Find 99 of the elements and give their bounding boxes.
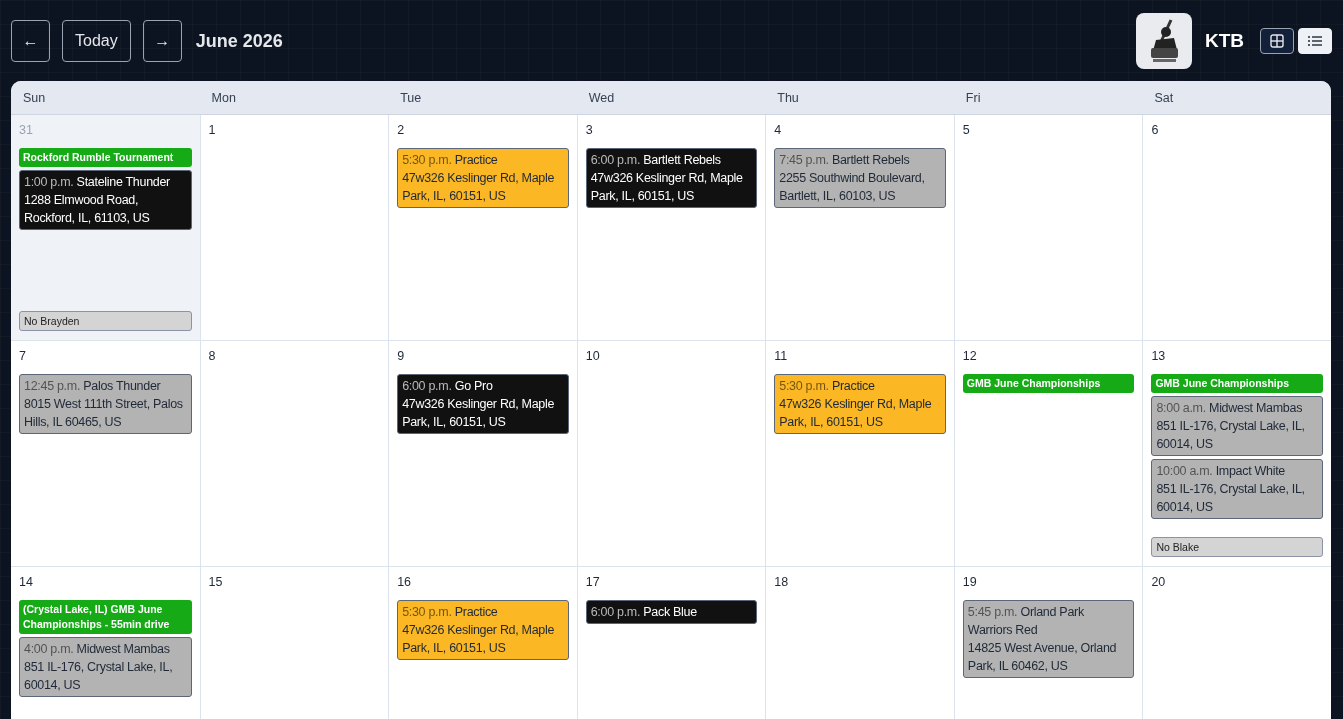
- event-heading: 12:45 p.m. Palos Thunder: [24, 378, 162, 395]
- day-cell[interactable]: 3 6:00 p.m. Bartlett Rebels 47w326 Keslinger Rd, Maple Park, IL, 60151, US: [576, 115, 766, 340]
- weekday-header: Sat: [1153, 89, 1175, 107]
- list-view-button[interactable]: [1298, 28, 1332, 54]
- team-name: KTB: [1204, 30, 1244, 52]
- event-card[interactable]: 5:30 p.m. Practice 47w326 Keslinger Rd, Maple Park, IL, 60151, US: [397, 148, 569, 208]
- month-title: June 2026: [195, 30, 283, 52]
- event-address: 1288 Elmwood Road, Rockford, IL, 61103, US: [24, 192, 151, 227]
- grid-icon: [1270, 34, 1284, 48]
- event-card[interactable]: 6:00 p.m. Go Pro 47w326 Keslinger Rd, Maple Park, IL, 60151, US: [397, 374, 569, 434]
- event-card[interactable]: 5:30 p.m. Practice 47w326 Keslinger Rd, Maple Park, IL, 60151, US: [397, 600, 569, 660]
- day-cell[interactable]: 20: [1142, 567, 1331, 719]
- event-heading: 5:45 p.m. Orland Park Warriors Red: [967, 604, 1085, 639]
- day-cell[interactable]: 14 (Crystal Lake, IL) GMB June Championships - 55min drive 4:00 p.m. Midwest Mambas 851 IL-176, Crystal Lake, IL, 60014, US: [11, 567, 200, 719]
- event-address: 2255 Southwind Boulevard, Bartlett, IL, 60103, US: [779, 170, 926, 205]
- event-heading: 8:00 a.m. Midwest Mambas: [1156, 400, 1304, 417]
- day-number: 5: [962, 123, 970, 137]
- day-cell[interactable]: 7 12:45 p.m. Palos Thunder 8015 West 111th Street, Palos Hills, IL 60465, US: [11, 341, 200, 566]
- day-cell[interactable]: 5: [953, 115, 1143, 340]
- day-cell[interactable]: 17 6:00 p.m. Pack Blue: [576, 567, 766, 719]
- day-cell[interactable]: 1: [199, 115, 389, 340]
- event-card[interactable]: 1:00 p.m. Stateline Thunder 1288 Elmwood Road, Rockford, IL, 61103, US: [19, 170, 192, 230]
- day-cell[interactable]: 9 6:00 p.m. Go Pro 47w326 Keslinger Rd, Maple Park, IL, 60151, US: [388, 341, 577, 566]
- event-address: 47w326 Keslinger Rd, Maple Park, IL, 60151, US: [402, 622, 556, 657]
- weekday-header: Mon: [210, 89, 237, 107]
- event-card[interactable]: 5:30 p.m. Practice 47w326 Keslinger Rd, Maple Park, IL, 60151, US: [774, 374, 946, 434]
- day-number: 11: [774, 349, 788, 363]
- event-heading: 6:00 p.m. Bartlett Rebels: [590, 152, 722, 169]
- event-address: 8015 West 111th Street, Palos Hills, IL 60465, US: [24, 396, 184, 431]
- day-number: 17: [585, 575, 600, 589]
- day-number: 1: [208, 123, 216, 137]
- weekday-header: Sun: [22, 89, 47, 107]
- event-address: 47w326 Keslinger Rd, Maple Park, IL, 60151, US: [590, 170, 744, 205]
- event-card[interactable]: 8:00 a.m. Midwest Mambas 851 IL-176, Crystal Lake, IL, 60014, US: [1151, 396, 1323, 456]
- day-cell[interactable]: 4 7:45 p.m. Bartlett Rebels 2255 Southwind Boulevard, Bartlett, IL, 60103, US: [765, 115, 954, 340]
- event-heading: 5:30 p.m. Practice: [402, 152, 499, 169]
- event-address: 47w326 Keslinger Rd, Maple Park, IL, 60151, US: [779, 396, 933, 431]
- day-cell[interactable]: 18: [765, 567, 954, 719]
- weekday-header: Fri: [964, 89, 982, 107]
- day-number: 8: [208, 349, 216, 363]
- day-cell[interactable]: 13 GMB June Championships 8:00 a.m. Midwest Mambas 851 IL-176, Crystal Lake, IL, 60014, US 10:00 a.m. Impact White 851 IL-176, Crystal Lake, IL, 60014, US No Blake: [1142, 341, 1331, 566]
- day-number: 31: [19, 123, 33, 137]
- event-heading: 1:00 p.m. Stateline Thunder: [24, 174, 171, 191]
- event-address: 47w326 Keslinger Rd, Maple Park, IL, 60151, US: [402, 170, 556, 205]
- day-number: 6: [1151, 123, 1159, 137]
- event-card[interactable]: 10:00 a.m. Impact White 851 IL-176, Crystal Lake, IL, 60014, US: [1151, 459, 1323, 519]
- day-number: 12: [962, 349, 977, 363]
- day-number: 16: [397, 575, 412, 589]
- event-address: 851 IL-176, Crystal Lake, IL, 60014, US: [1156, 481, 1306, 516]
- note-event[interactable]: No Blake: [1151, 537, 1323, 557]
- day-cell[interactable]: 6: [1142, 115, 1331, 340]
- day-number: 14: [19, 575, 33, 589]
- day-cell[interactable]: 11 5:30 p.m. Practice 47w326 Keslinger Rd, Maple Park, IL, 60151, US: [765, 341, 954, 566]
- day-number: 10: [585, 349, 600, 363]
- day-number: 15: [208, 575, 223, 589]
- event-address: 851 IL-176, Crystal Lake, IL, 60014, US: [1156, 418, 1306, 453]
- event-address: 14825 West Avenue, Orland Park, IL 60462, US: [967, 640, 1118, 675]
- event-heading: 6:00 p.m. Go Pro: [402, 378, 494, 395]
- day-number: 4: [774, 123, 782, 137]
- weekday-header: Wed: [587, 89, 616, 107]
- event-address: 47w326 Keslinger Rd, Maple Park, IL, 60151, US: [402, 396, 556, 431]
- event-card[interactable]: 5:45 p.m. Orland Park Warriors Red 14825 West Avenue, Orland Park, IL 60462, US: [962, 600, 1135, 678]
- day-number: 20: [1151, 575, 1166, 589]
- day-number: 7: [19, 349, 26, 363]
- day-number: 13: [1151, 349, 1166, 363]
- event-heading: 7:45 p.m. Bartlett Rebels: [779, 152, 911, 169]
- team-logo: [1135, 13, 1192, 69]
- day-cell[interactable]: 16 5:30 p.m. Practice 47w326 Keslinger Rd, Maple Park, IL, 60151, US: [388, 567, 577, 719]
- event-card[interactable]: 7:45 p.m. Bartlett Rebels 2255 Southwind Boulevard, Bartlett, IL, 60103, US: [774, 148, 946, 208]
- day-cell[interactable]: 31 Rockford Rumble Tournament 1:00 p.m. Stateline Thunder 1288 Elmwood Road, Rockford, IL, 61103, US No Brayden: [11, 115, 200, 340]
- event-heading: 10:00 a.m. Impact White: [1156, 463, 1287, 480]
- event-heading: 6:00 p.m. Pack Blue: [590, 604, 698, 621]
- today-button[interactable]: Today: [62, 20, 131, 62]
- weekday-header: Tue: [399, 89, 423, 107]
- weekday-header: Thu: [776, 89, 800, 107]
- day-number: 9: [397, 349, 405, 363]
- event-address: 851 IL-176, Crystal Lake, IL, 60014, US: [24, 659, 174, 694]
- event-heading: 5:30 p.m. Practice: [779, 378, 876, 395]
- event-heading: 4:00 p.m. Midwest Mambas: [24, 641, 171, 658]
- day-number: 19: [962, 575, 977, 589]
- day-number: 2: [397, 123, 405, 137]
- day-number: 18: [774, 575, 789, 589]
- event-heading: 5:30 p.m. Practice: [402, 604, 499, 621]
- day-cell[interactable]: 12 GMB June Championships: [953, 341, 1143, 566]
- list-icon: [1308, 35, 1322, 47]
- month-view-button[interactable]: [1260, 28, 1294, 54]
- day-cell[interactable]: 15: [199, 567, 389, 719]
- day-cell[interactable]: 10: [576, 341, 766, 566]
- note-event[interactable]: No Brayden: [19, 311, 192, 331]
- event-card[interactable]: 4:00 p.m. Midwest Mambas 851 IL-176, Crystal Lake, IL, 60014, US: [19, 637, 192, 697]
- day-cell[interactable]: 19 5:45 p.m. Orland Park Warriors Red 14825 West Avenue, Orland Park, IL 60462, US: [953, 567, 1143, 719]
- previous-button[interactable]: ←: [11, 20, 50, 62]
- next-button[interactable]: →: [142, 20, 182, 62]
- day-number: 3: [585, 123, 593, 137]
- event-card[interactable]: 12:45 p.m. Palos Thunder 8015 West 111th Street, Palos Hills, IL 60465, US: [19, 374, 192, 434]
- event-card[interactable]: 6:00 p.m. Pack Blue: [585, 600, 758, 624]
- day-cell[interactable]: 8: [199, 341, 389, 566]
- event-card[interactable]: 6:00 p.m. Bartlett Rebels 47w326 Keslinger Rd, Maple Park, IL, 60151, US: [585, 148, 758, 208]
- day-cell[interactable]: 2 5:30 p.m. Practice 47w326 Keslinger Rd, Maple Park, IL, 60151, US: [388, 115, 577, 340]
